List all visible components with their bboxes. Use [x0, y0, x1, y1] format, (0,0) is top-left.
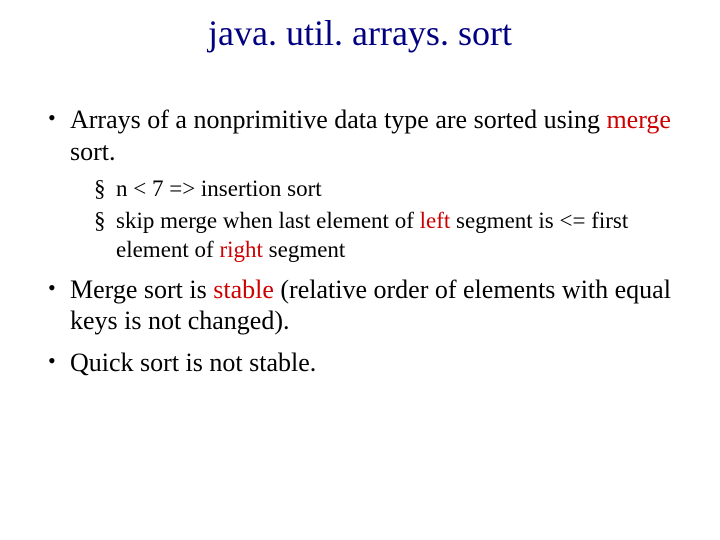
- bullet-item-3: Quick sort is not stable.: [48, 347, 690, 379]
- text: Quick sort is not stable.: [70, 348, 316, 377]
- text: Merge sort is: [70, 275, 213, 304]
- text-accent: merge: [606, 105, 671, 134]
- slide-title: java. util. arrays. sort: [30, 12, 690, 54]
- text-accent: left: [420, 208, 451, 233]
- text: sort.: [70, 137, 116, 166]
- text: n < 7 => insertion sort: [116, 176, 322, 201]
- sub-bullet-1: n < 7 => insertion sort: [94, 175, 690, 203]
- bullet-item-2: Merge sort is stable (relative order of …: [48, 274, 690, 337]
- text: skip merge when last element of: [116, 208, 420, 233]
- bullet-list: Arrays of a nonprimitive data type are s…: [30, 104, 690, 379]
- slide: java. util. arrays. sort Arrays of a non…: [0, 0, 720, 540]
- sub-bullet-list: n < 7 => insertion sort skip merge when …: [70, 175, 690, 263]
- text-accent: stable: [213, 275, 274, 304]
- text: Arrays of a nonprimitive data type are s…: [70, 105, 606, 134]
- text: segment: [263, 237, 345, 262]
- text-accent: right: [219, 237, 262, 262]
- bullet-item-1: Arrays of a nonprimitive data type are s…: [48, 104, 690, 264]
- sub-bullet-2: skip merge when last element of left seg…: [94, 207, 690, 263]
